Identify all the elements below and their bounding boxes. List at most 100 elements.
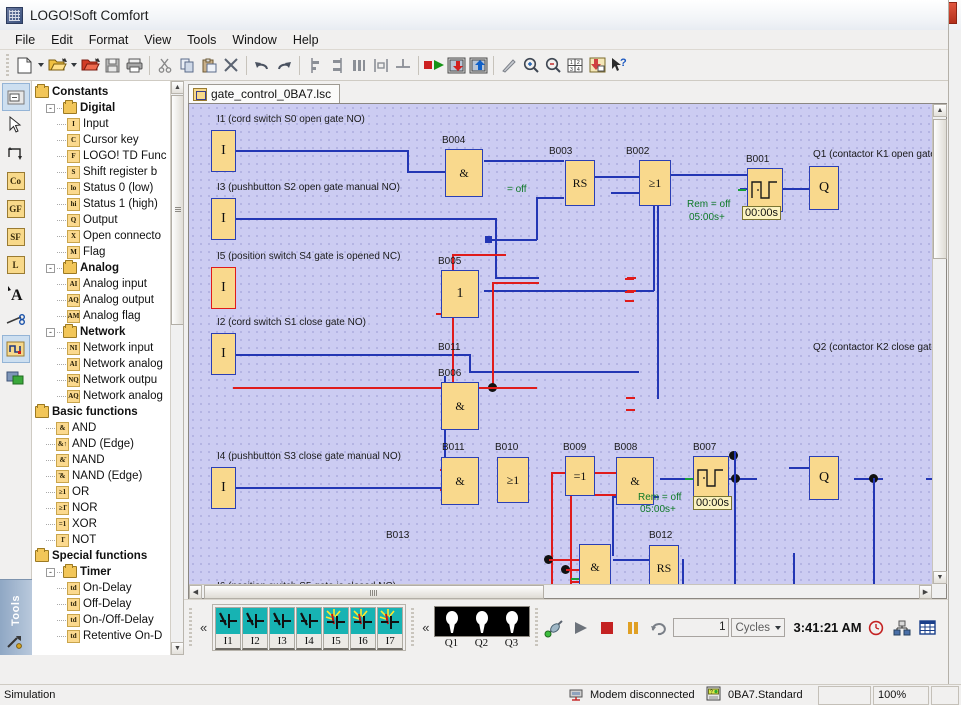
circuit-block-B013[interactable]: & [579,544,611,584]
tools-tab[interactable]: Tools [0,579,32,655]
tool-online-test-icon[interactable] [3,364,29,390]
menu-help[interactable]: Help [285,31,327,49]
circuit-block-B006[interactable]: & [441,382,479,430]
new-file-icon[interactable] [13,54,35,77]
circuit-input-I4[interactable]: I [211,467,236,509]
network-icon[interactable] [890,616,914,640]
tree-item-nor[interactable]: ≥1̄ NOR [35,500,183,516]
tree-item-status-0-low[interactable]: lo Status 0 (low) [35,180,183,196]
tree-item-analog-output[interactable]: AQ Analog output [35,292,183,308]
tree-item-constants[interactable]: Constants [35,84,183,100]
cut-icon[interactable] [154,54,176,77]
function-tree[interactable]: Constants - Digital I Input C Cursor key F LOGO!… [32,81,183,655]
zoom-out-icon[interactable] [542,54,564,77]
toolbar-grip[interactable] [6,54,9,76]
tree-item-and[interactable]: & AND [35,420,183,436]
sim-input-I6[interactable]: I6 [350,607,377,650]
tree-item-network-analog[interactable]: AQ Network analog [35,388,183,404]
canvas-scroll-right-icon[interactable]: ▶ [919,585,932,599]
upload-from-logo-icon[interactable] [467,54,489,77]
simbar-grip-1[interactable] [189,607,192,648]
tool-selection-arrow[interactable] [3,112,29,138]
cycles-unit-select[interactable]: Cycles [731,618,786,637]
circuit-input-I5[interactable]: I [211,267,236,309]
status-resize-grip[interactable] [931,685,959,705]
play-button[interactable] [569,616,593,640]
cycles-input[interactable]: 1 [673,618,730,637]
outputs-prev-button[interactable]: « [419,620,432,635]
tree-item-nand-edge[interactable]: ̄& NAND (Edge) [35,468,183,484]
simulation-start-icon[interactable] [543,616,567,640]
circuit-block-B005[interactable]: 1 [441,270,479,318]
tool-cut-connection-icon[interactable] [3,308,29,334]
circuit-block-B012[interactable]: RS [649,545,679,584]
tree-scroll-down-icon[interactable]: ▼ [171,642,183,655]
tree-item-network[interactable]: - Network [35,324,183,340]
page-layout-icon[interactable] [586,54,608,77]
tree-expander-icon[interactable]: - [46,263,55,273]
circuit-block-B004[interactable]: & [445,149,483,197]
document-tab[interactable]: gate_control_0BA7.lsc [188,84,341,103]
circuit-block-B011[interactable]: & [441,457,479,505]
align-left-icon[interactable] [304,54,326,77]
tree-item-nand[interactable]: &̄ NAND [35,452,183,468]
sim-input-I7[interactable]: I7 [377,607,404,650]
tree-scroll-up-icon[interactable]: ▲ [171,81,183,94]
tree-item-basic-functions[interactable]: Basic functions [35,404,183,420]
circuit-block-B009[interactable]: =1 [565,456,595,496]
canvas-vertical-scrollbar[interactable]: ▲ ▼ [932,104,947,584]
tree-item-retentive-on-d[interactable]: td Retentive On-D [35,628,183,644]
tree-item-logo-td-func[interactable]: F LOGO! TD Func [35,148,183,164]
menu-tools[interactable]: Tools [179,31,224,49]
tree-item-shift-register-b[interactable]: S Shift register b [35,164,183,180]
tool-cut-join[interactable]: L [3,252,29,278]
tree-item-off-delay[interactable]: td Off-Delay [35,596,183,612]
tree-item-cursor-key[interactable]: C Cursor key [35,132,183,148]
tree-item-timer[interactable]: - Timer [35,564,183,580]
tree-item-and-edge[interactable]: &↑ AND (Edge) [35,436,183,452]
tree-item-analog-input[interactable]: AI Analog input [35,276,183,292]
redo-icon[interactable] [273,54,295,77]
circuit-input-I1[interactable]: I [211,130,236,172]
download-to-logo-icon[interactable] [445,54,467,77]
circuit-output-Q2[interactable]: Q [809,456,839,500]
save-icon[interactable] [101,54,123,77]
circuit-block-B003[interactable]: RS [565,160,595,206]
tree-item-on-delay[interactable]: td On-Delay [35,580,183,596]
tool-simulation-icon[interactable] [1,335,30,363]
tree-item-xor[interactable]: =1 XOR [35,516,183,532]
tree-item-network-input[interactable]: NI Network input [35,340,183,356]
simbar-grip-3[interactable] [535,607,539,648]
circuit-canvas[interactable]: I1 (cord switch S0 open gate NO) I I3 (p… [189,104,932,584]
circuit-output-Q1[interactable]: Q [809,166,839,210]
clock-icon[interactable] [864,616,888,640]
pause-button[interactable] [621,616,645,640]
align-middle-icon[interactable] [348,54,370,77]
distribute-v-icon[interactable] [392,54,414,77]
undo-icon[interactable] [251,54,273,77]
open-recent-icon[interactable] [79,54,101,77]
menu-edit[interactable]: Edit [43,31,81,49]
tree-item-network-outpu[interactable]: NQ Network outpu [35,372,183,388]
circuit-input-I3[interactable]: I [211,198,236,240]
tree-item-status-1-high[interactable]: hi Status 1 (high) [35,196,183,212]
align-right-icon[interactable] [326,54,348,77]
circuit-block-B010[interactable]: ≥1 [497,457,529,503]
tree-item-output[interactable]: Q Output [35,212,183,228]
menu-format[interactable]: Format [81,31,137,49]
canvas-scroll-up-icon[interactable]: ▲ [933,104,947,117]
simulation-icon[interactable] [423,54,445,77]
context-help-icon[interactable]: ? [608,54,630,77]
tool-constants[interactable]: Co [3,168,29,194]
tree-item-flag[interactable]: M Flag [35,244,183,260]
tree-expander-icon[interactable]: - [46,103,55,113]
sim-input-I1[interactable]: I1 [215,607,242,650]
open-file-dropdown-icon[interactable] [68,54,79,77]
table-icon[interactable] [916,616,940,640]
tree-item-not[interactable]: 1̄ NOT [35,532,183,548]
distribute-h-icon[interactable] [370,54,392,77]
sim-input-I4[interactable]: I4 [296,607,323,650]
inputs-prev-button[interactable]: « [197,620,210,635]
stop-button[interactable] [595,616,619,640]
tool-connect-icon[interactable] [3,140,29,166]
